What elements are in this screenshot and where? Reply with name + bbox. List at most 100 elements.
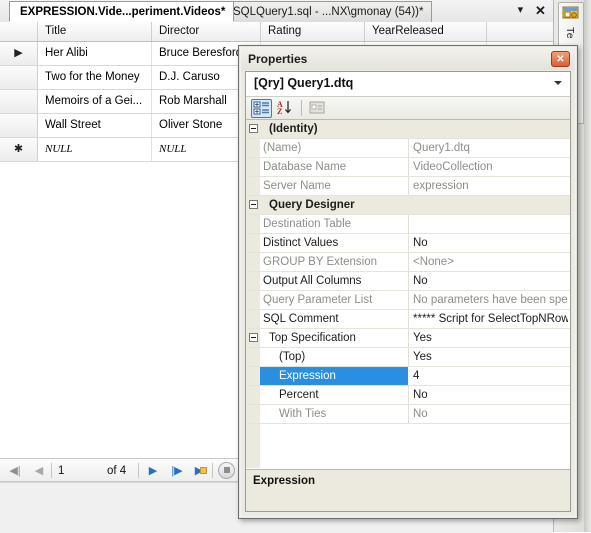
property-name: Server Name bbox=[263, 180, 331, 192]
document-tabstrip: EXPRESSION.Vide...periment.Videos* SQLQu… bbox=[0, 0, 553, 23]
property-name: Output All Columns bbox=[263, 275, 362, 287]
document-tab-videos[interactable]: EXPRESSION.Vide...periment.Videos* bbox=[9, 1, 235, 22]
property-pages-button[interactable] bbox=[308, 99, 329, 118]
properties-toolbar: A Z bbox=[246, 97, 570, 120]
properties-window: Properties ✕ [Qry] Query1.dtq A Z (Ident… bbox=[238, 45, 578, 519]
categorized-view-button[interactable] bbox=[251, 99, 272, 118]
application-window: EXPRESSION.Vide...periment.Videos* SQLQu… bbox=[0, 0, 591, 533]
property-name: With Ties bbox=[279, 408, 327, 420]
collapse-icon[interactable] bbox=[249, 200, 258, 209]
property-row-query-parameter-list[interactable]: Query Parameter List No parameters have … bbox=[246, 291, 570, 310]
property-name: GROUP BY Extension bbox=[263, 256, 377, 268]
last-record-button[interactable]: |▶ bbox=[168, 462, 186, 480]
cell-title[interactable]: Wall Street bbox=[38, 114, 152, 137]
property-name: SQL Comment bbox=[263, 313, 339, 325]
row-selector[interactable] bbox=[0, 114, 38, 137]
property-value[interactable]: No bbox=[413, 386, 568, 404]
row-selector[interactable]: ▶ bbox=[0, 42, 38, 65]
property-row-database-name[interactable]: Database Name VideoCollection bbox=[246, 158, 570, 177]
property-row-expression[interactable]: Expression 4 bbox=[246, 367, 570, 386]
property-name: (Name) bbox=[263, 142, 302, 154]
document-tab-sqlquery[interactable]: SQLQuery1.sql - ...NX\gmonay (54))* bbox=[222, 1, 433, 22]
property-category-top-specification[interactable]: Top Specification Yes bbox=[246, 329, 570, 348]
property-value[interactable] bbox=[413, 215, 568, 233]
property-row-name[interactable]: (Name) Query1.dtq bbox=[246, 139, 570, 158]
new-record-badge-icon bbox=[200, 467, 207, 474]
property-name: Percent bbox=[279, 389, 319, 401]
chevron-down-icon[interactable]: ▾ bbox=[512, 2, 529, 19]
property-name: (Identity) bbox=[269, 123, 318, 135]
cell-title[interactable]: Her Alibi bbox=[38, 42, 152, 65]
properties-title-bar[interactable]: Properties ✕ bbox=[241, 48, 575, 70]
tabstrip-buttons: ▾ ✕ bbox=[512, 2, 549, 20]
dock-tab-label: Te bbox=[564, 27, 576, 40]
property-value[interactable]: ***** Script for SelectTopNRows co bbox=[413, 310, 568, 328]
current-record-input[interactable]: 1 bbox=[58, 463, 108, 479]
chevron-down-icon[interactable] bbox=[554, 81, 562, 85]
column-header-director[interactable]: Director bbox=[152, 22, 261, 41]
property-name: Database Name bbox=[263, 161, 347, 173]
property-pages-icon bbox=[309, 101, 325, 114]
property-row-with-ties[interactable]: With Ties No bbox=[246, 405, 570, 424]
property-row-sql-comment[interactable]: SQL Comment ***** Script for SelectTopNR… bbox=[246, 310, 570, 329]
column-header-filler bbox=[487, 22, 553, 41]
property-name: Expression bbox=[260, 367, 408, 385]
property-value[interactable]: No parameters have been specified bbox=[413, 291, 568, 309]
property-name: Query Parameter List bbox=[263, 294, 373, 306]
document-tab-videos-label: EXPRESSION.Vide...periment.Videos* bbox=[20, 6, 226, 18]
close-icon[interactable]: ✕ bbox=[551, 51, 570, 67]
document-tab-sqlquery-label: SQLQuery1.sql - ...NX\gmonay (54))* bbox=[233, 6, 424, 18]
property-name: Query Designer bbox=[269, 199, 355, 211]
property-grid: (Identity) (Name) Query1.dtq Database Na… bbox=[246, 120, 570, 468]
cell-title[interactable]: Memoirs of a Gei... bbox=[38, 90, 152, 113]
grid-corner-header[interactable] bbox=[0, 22, 38, 41]
first-record-button[interactable]: ◀| bbox=[6, 462, 24, 480]
property-row-group-by-extension[interactable]: GROUP BY Extension <None> bbox=[246, 253, 570, 272]
column-header-title[interactable]: Title bbox=[38, 22, 152, 41]
property-value[interactable]: expression bbox=[413, 177, 568, 195]
property-value[interactable]: Yes bbox=[413, 329, 568, 347]
property-row-percent[interactable]: Percent No bbox=[246, 386, 570, 405]
property-category-identity[interactable]: (Identity) bbox=[246, 120, 570, 139]
categorized-view-icon bbox=[253, 101, 269, 115]
property-name: Distinct Values bbox=[263, 237, 339, 249]
properties-window-frame: Properties ✕ [Qry] Query1.dtq A Z (Ident… bbox=[240, 47, 576, 517]
page-title: Properties bbox=[248, 52, 308, 66]
svg-text:Z: Z bbox=[277, 107, 282, 116]
next-record-button[interactable]: ▶ bbox=[144, 462, 162, 480]
property-row-top[interactable]: (Top) Yes bbox=[246, 348, 570, 367]
collapse-icon[interactable] bbox=[249, 333, 258, 342]
property-row-destination-table[interactable]: Destination Table bbox=[246, 215, 570, 234]
property-value[interactable]: 4 bbox=[413, 367, 568, 385]
property-row-distinct-values[interactable]: Distinct Values No bbox=[246, 234, 570, 253]
property-value[interactable]: No bbox=[413, 405, 568, 423]
close-icon[interactable]: ✕ bbox=[532, 2, 549, 19]
collapse-icon[interactable] bbox=[249, 124, 258, 133]
properties-body: [Qry] Query1.dtq A Z (Identity) (Name) Q… bbox=[245, 71, 571, 512]
column-header-rating[interactable]: Rating bbox=[261, 22, 365, 41]
cell-title[interactable]: NULL bbox=[38, 138, 152, 161]
property-value[interactable]: <None> bbox=[413, 253, 568, 271]
property-value[interactable]: No bbox=[413, 234, 568, 252]
row-selector[interactable] bbox=[0, 90, 38, 113]
object-selector-value: [Qry] Query1.dtq bbox=[254, 76, 354, 90]
stop-button[interactable] bbox=[218, 462, 235, 479]
record-count-label: of 4 bbox=[107, 465, 127, 477]
column-header-yearreleased[interactable]: YearReleased bbox=[365, 22, 487, 41]
cell-title[interactable]: Two for the Money bbox=[38, 66, 152, 89]
dock-shadow bbox=[584, 0, 591, 532]
property-value[interactable]: No bbox=[413, 272, 568, 290]
property-row-server-name[interactable]: Server Name expression bbox=[246, 177, 570, 196]
property-value[interactable]: Yes bbox=[413, 348, 568, 366]
property-category-query-designer[interactable]: Query Designer bbox=[246, 196, 570, 215]
alphabetical-sort-icon: A Z bbox=[277, 100, 291, 116]
previous-record-button[interactable]: ◀ bbox=[30, 462, 48, 480]
property-value[interactable]: Query1.dtq bbox=[413, 139, 568, 157]
row-selector-new[interactable]: ✱ bbox=[0, 138, 38, 161]
property-name: Destination Table bbox=[263, 218, 352, 230]
alphabetical-sort-button[interactable]: A Z bbox=[276, 99, 297, 118]
object-selector-combo[interactable]: [Qry] Query1.dtq bbox=[246, 72, 570, 97]
property-value[interactable]: VideoCollection bbox=[413, 158, 568, 176]
property-row-output-all-columns[interactable]: Output All Columns No bbox=[246, 272, 570, 291]
row-selector[interactable] bbox=[0, 66, 38, 89]
